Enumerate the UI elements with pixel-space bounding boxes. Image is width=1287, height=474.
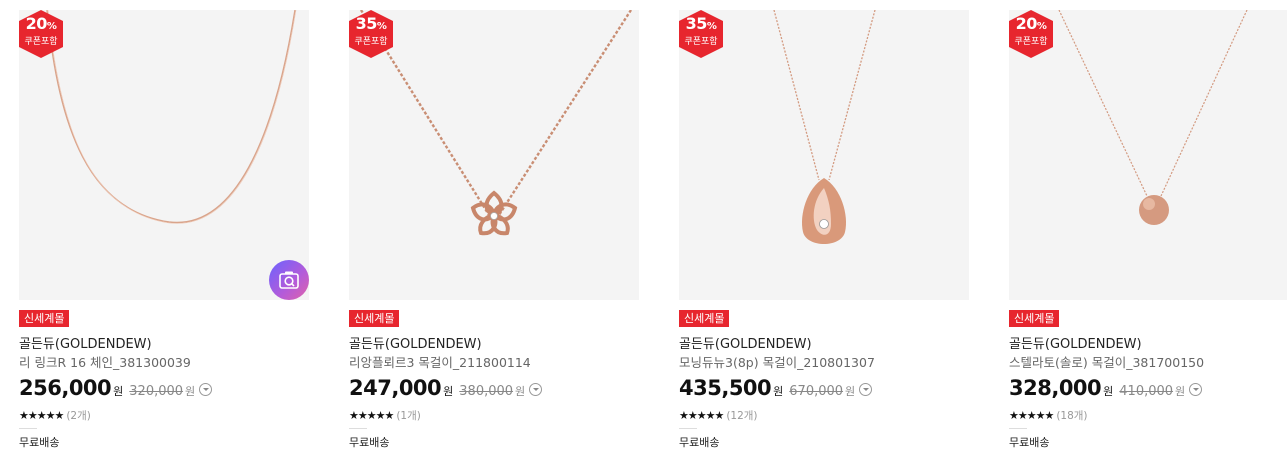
coupon-label: 쿠폰포함 — [24, 37, 58, 47]
discount-value: 35 — [355, 14, 378, 33]
divider — [19, 428, 37, 429]
discount-unit: % — [706, 21, 717, 32]
original-price-unit: 원 — [845, 385, 856, 398]
brand-name[interactable]: 골든듀(GOLDENDEW) — [349, 333, 482, 352]
divider — [349, 428, 367, 429]
discount-value: 35 — [685, 14, 708, 33]
original-price: 380,000 — [459, 384, 514, 399]
brand-name[interactable]: 골든듀(GOLDENDEW) — [679, 333, 812, 352]
discount-value: 20 — [1015, 14, 1038, 33]
brand-name[interactable]: 골든듀(GOLDENDEW) — [1009, 333, 1142, 352]
price-unit: 원 — [113, 385, 124, 398]
price-unit: 원 — [443, 385, 454, 398]
brand-name[interactable]: 골든듀(GOLDENDEW) — [19, 333, 152, 352]
review-count: (1개) — [396, 410, 421, 422]
review-count: (2개) — [66, 410, 91, 422]
chevron-down-circle-icon[interactable] — [199, 383, 213, 396]
original-price: 670,000 — [789, 384, 844, 399]
original-price: 320,000 — [129, 384, 184, 399]
price-unit: 원 — [773, 385, 784, 398]
price-row: 328,000 원 410,000 원 — [1009, 376, 1203, 402]
sale-price: 435,500 — [679, 376, 772, 400]
original-price-unit: 원 — [515, 385, 526, 398]
star-icon: ★★★★★ — [19, 409, 64, 422]
discount-unit: % — [46, 21, 57, 32]
original-price-unit: 원 — [185, 385, 196, 398]
product-card[interactable]: 20% 쿠폰포함 신세계몰 골든듀(GOLDENDEW) 리 링크R 16 체인… — [19, 10, 309, 449]
divider — [1009, 428, 1027, 429]
mall-tag: 신세계몰 — [349, 310, 400, 327]
discount-value: 20 — [25, 14, 48, 33]
product-name[interactable]: 리 링크R 16 체인_381300039 — [19, 352, 191, 371]
review-count: (12개) — [726, 410, 758, 422]
shipping-label: 무료배송 — [19, 436, 60, 449]
discount-badge: 20% 쿠폰포함 — [19, 10, 63, 58]
chevron-down-circle-icon[interactable] — [1189, 383, 1203, 396]
shipping-label: 무료배송 — [349, 436, 390, 449]
discount-badge: 35% 쿠폰포함 — [349, 10, 393, 58]
price-row: 256,000 원 320,000 원 — [19, 376, 213, 402]
price-row: 435,500 원 670,000 원 — [679, 376, 873, 402]
sale-price: 328,000 — [1009, 376, 1102, 400]
sale-price: 256,000 — [19, 376, 112, 400]
rating: ★★★★★ (12개) — [679, 404, 758, 423]
price-row: 247,000 원 380,000 원 — [349, 376, 543, 402]
chevron-down-circle-icon[interactable] — [529, 383, 543, 396]
coupon-label: 쿠폰포함 — [1014, 37, 1048, 47]
mall-tag: 신세계몰 — [1009, 310, 1060, 327]
original-price-unit: 원 — [1175, 385, 1186, 398]
mall-tag: 신세계몰 — [19, 310, 70, 327]
photo-search-button[interactable] — [269, 260, 309, 300]
price-unit: 원 — [1103, 385, 1114, 398]
product-card[interactable]: 35% 쿠폰포함 신세계몰 골든듀(GOLDENDEW) 모닝듀뉴3(8p) 목… — [679, 10, 969, 449]
coupon-label: 쿠폰포함 — [354, 37, 388, 47]
divider — [679, 428, 697, 429]
mall-tag: 신세계몰 — [679, 310, 730, 327]
rating: ★★★★★ (1개) — [349, 404, 421, 423]
rating: ★★★★★ (18개) — [1009, 404, 1088, 423]
star-icon: ★★★★★ — [349, 409, 394, 422]
review-count: (18개) — [1056, 410, 1088, 422]
product-image[interactable]: 20% 쿠폰포함 — [1009, 10, 1287, 300]
discount-badge: 35% 쿠폰포함 — [679, 10, 723, 58]
star-icon: ★★★★★ — [679, 409, 724, 422]
product-image[interactable]: 20% 쿠폰포함 — [19, 10, 309, 300]
product-name[interactable]: 모닝듀뉴3(8p) 목걸이_210801307 — [679, 352, 875, 371]
product-name[interactable]: 스텔라토(솔로) 목걸이_381700150 — [1009, 352, 1204, 371]
discount-unit: % — [376, 21, 387, 32]
original-price: 410,000 — [1119, 384, 1174, 399]
shipping-label: 무료배송 — [679, 436, 720, 449]
product-card[interactable]: 35% 쿠폰포함 신세계몰 골든듀(GOLDENDEW) 리앙플뢰르3 목걸이_… — [349, 10, 639, 449]
product-image[interactable]: 35% 쿠폰포함 — [349, 10, 639, 300]
product-image[interactable]: 35% 쿠폰포함 — [679, 10, 969, 300]
rating: ★★★★★ (2개) — [19, 404, 91, 423]
coupon-label: 쿠폰포함 — [684, 37, 718, 47]
product-name[interactable]: 리앙플뢰르3 목걸이_211800114 — [349, 352, 531, 371]
sale-price: 247,000 — [349, 376, 442, 400]
chevron-down-circle-icon[interactable] — [859, 383, 873, 396]
discount-badge: 20% 쿠폰포함 — [1009, 10, 1053, 58]
discount-unit: % — [1036, 21, 1047, 32]
camera-search-icon — [279, 271, 299, 289]
product-card[interactable]: 20% 쿠폰포함 신세계몰 골든듀(GOLDENDEW) 스텔라토(솔로) 목걸… — [1009, 10, 1287, 449]
star-icon: ★★★★★ — [1009, 409, 1054, 422]
shipping-label: 무료배송 — [1009, 436, 1050, 449]
product-grid: 20% 쿠폰포함 신세계몰 골든듀(GOLDENDEW) 리 링크R 16 체인… — [0, 0, 1287, 474]
